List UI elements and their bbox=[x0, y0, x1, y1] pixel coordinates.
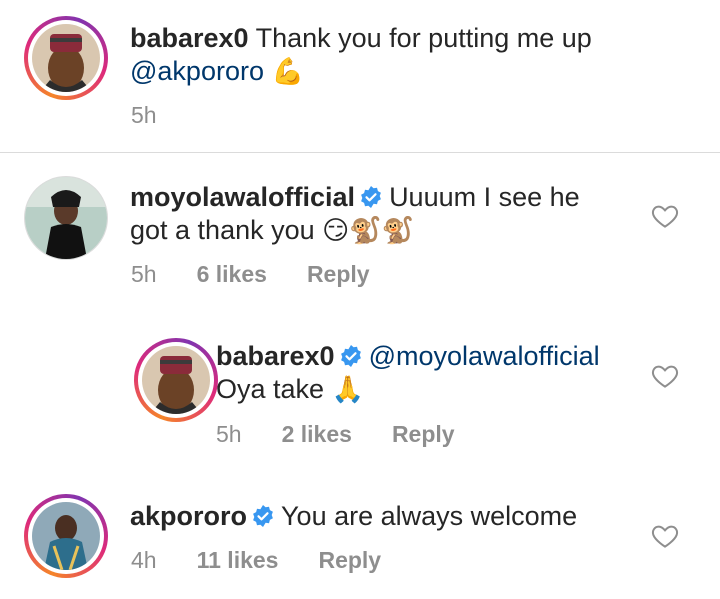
reply-button[interactable]: Reply bbox=[318, 547, 381, 574]
comment-text-line2: got a thank you bbox=[130, 215, 315, 245]
folded-hands-emoji: 🙏 bbox=[331, 375, 364, 405]
smirk-monkey-emoji: 😏🐒🐒 bbox=[322, 216, 415, 246]
verified-badge-icon bbox=[339, 343, 363, 367]
mention-link[interactable]: @moyolawalofficial bbox=[369, 341, 600, 371]
avatar[interactable] bbox=[134, 338, 218, 422]
comment-time: 5h bbox=[131, 261, 157, 287]
comment-username[interactable]: moyolawalofficial bbox=[130, 182, 355, 212]
profile-photo bbox=[32, 502, 100, 570]
comment-username[interactable]: akpororo bbox=[130, 501, 247, 531]
comment-text: You are always welcome bbox=[281, 501, 578, 531]
like-heart-icon[interactable] bbox=[650, 361, 680, 391]
divider bbox=[0, 152, 720, 153]
reply-button[interactable]: Reply bbox=[392, 421, 455, 448]
comment-time: 5h bbox=[131, 102, 157, 128]
reply-button[interactable]: Reply bbox=[307, 261, 370, 288]
comment-time: 5h bbox=[216, 421, 242, 447]
like-heart-icon[interactable] bbox=[650, 521, 680, 551]
comment-text: Oya take bbox=[216, 374, 325, 404]
mention-link[interactable]: @akpororo bbox=[130, 56, 264, 86]
likes-count[interactable]: 11 likes bbox=[197, 547, 279, 574]
avatar[interactable] bbox=[24, 16, 108, 100]
profile-photo bbox=[142, 346, 210, 414]
comment-time: 4h bbox=[131, 547, 157, 573]
comment-username[interactable]: babarex0 bbox=[130, 23, 249, 53]
comment-username[interactable]: babarex0 bbox=[216, 341, 335, 371]
profile-photo bbox=[32, 24, 100, 92]
flexed-biceps-emoji: 💪 bbox=[271, 57, 304, 87]
verified-badge-icon bbox=[359, 184, 383, 208]
verified-badge-icon bbox=[251, 503, 275, 527]
likes-count[interactable]: 2 likes bbox=[282, 421, 352, 448]
comment-text-line1: Uuuum I see he bbox=[389, 182, 580, 212]
comment-text: Thank you for putting me up bbox=[255, 23, 592, 53]
likes-count[interactable]: 6 likes bbox=[197, 261, 267, 288]
avatar[interactable] bbox=[24, 176, 108, 260]
like-heart-icon[interactable] bbox=[650, 201, 680, 231]
profile-photo bbox=[25, 177, 107, 259]
avatar[interactable] bbox=[24, 494, 108, 578]
